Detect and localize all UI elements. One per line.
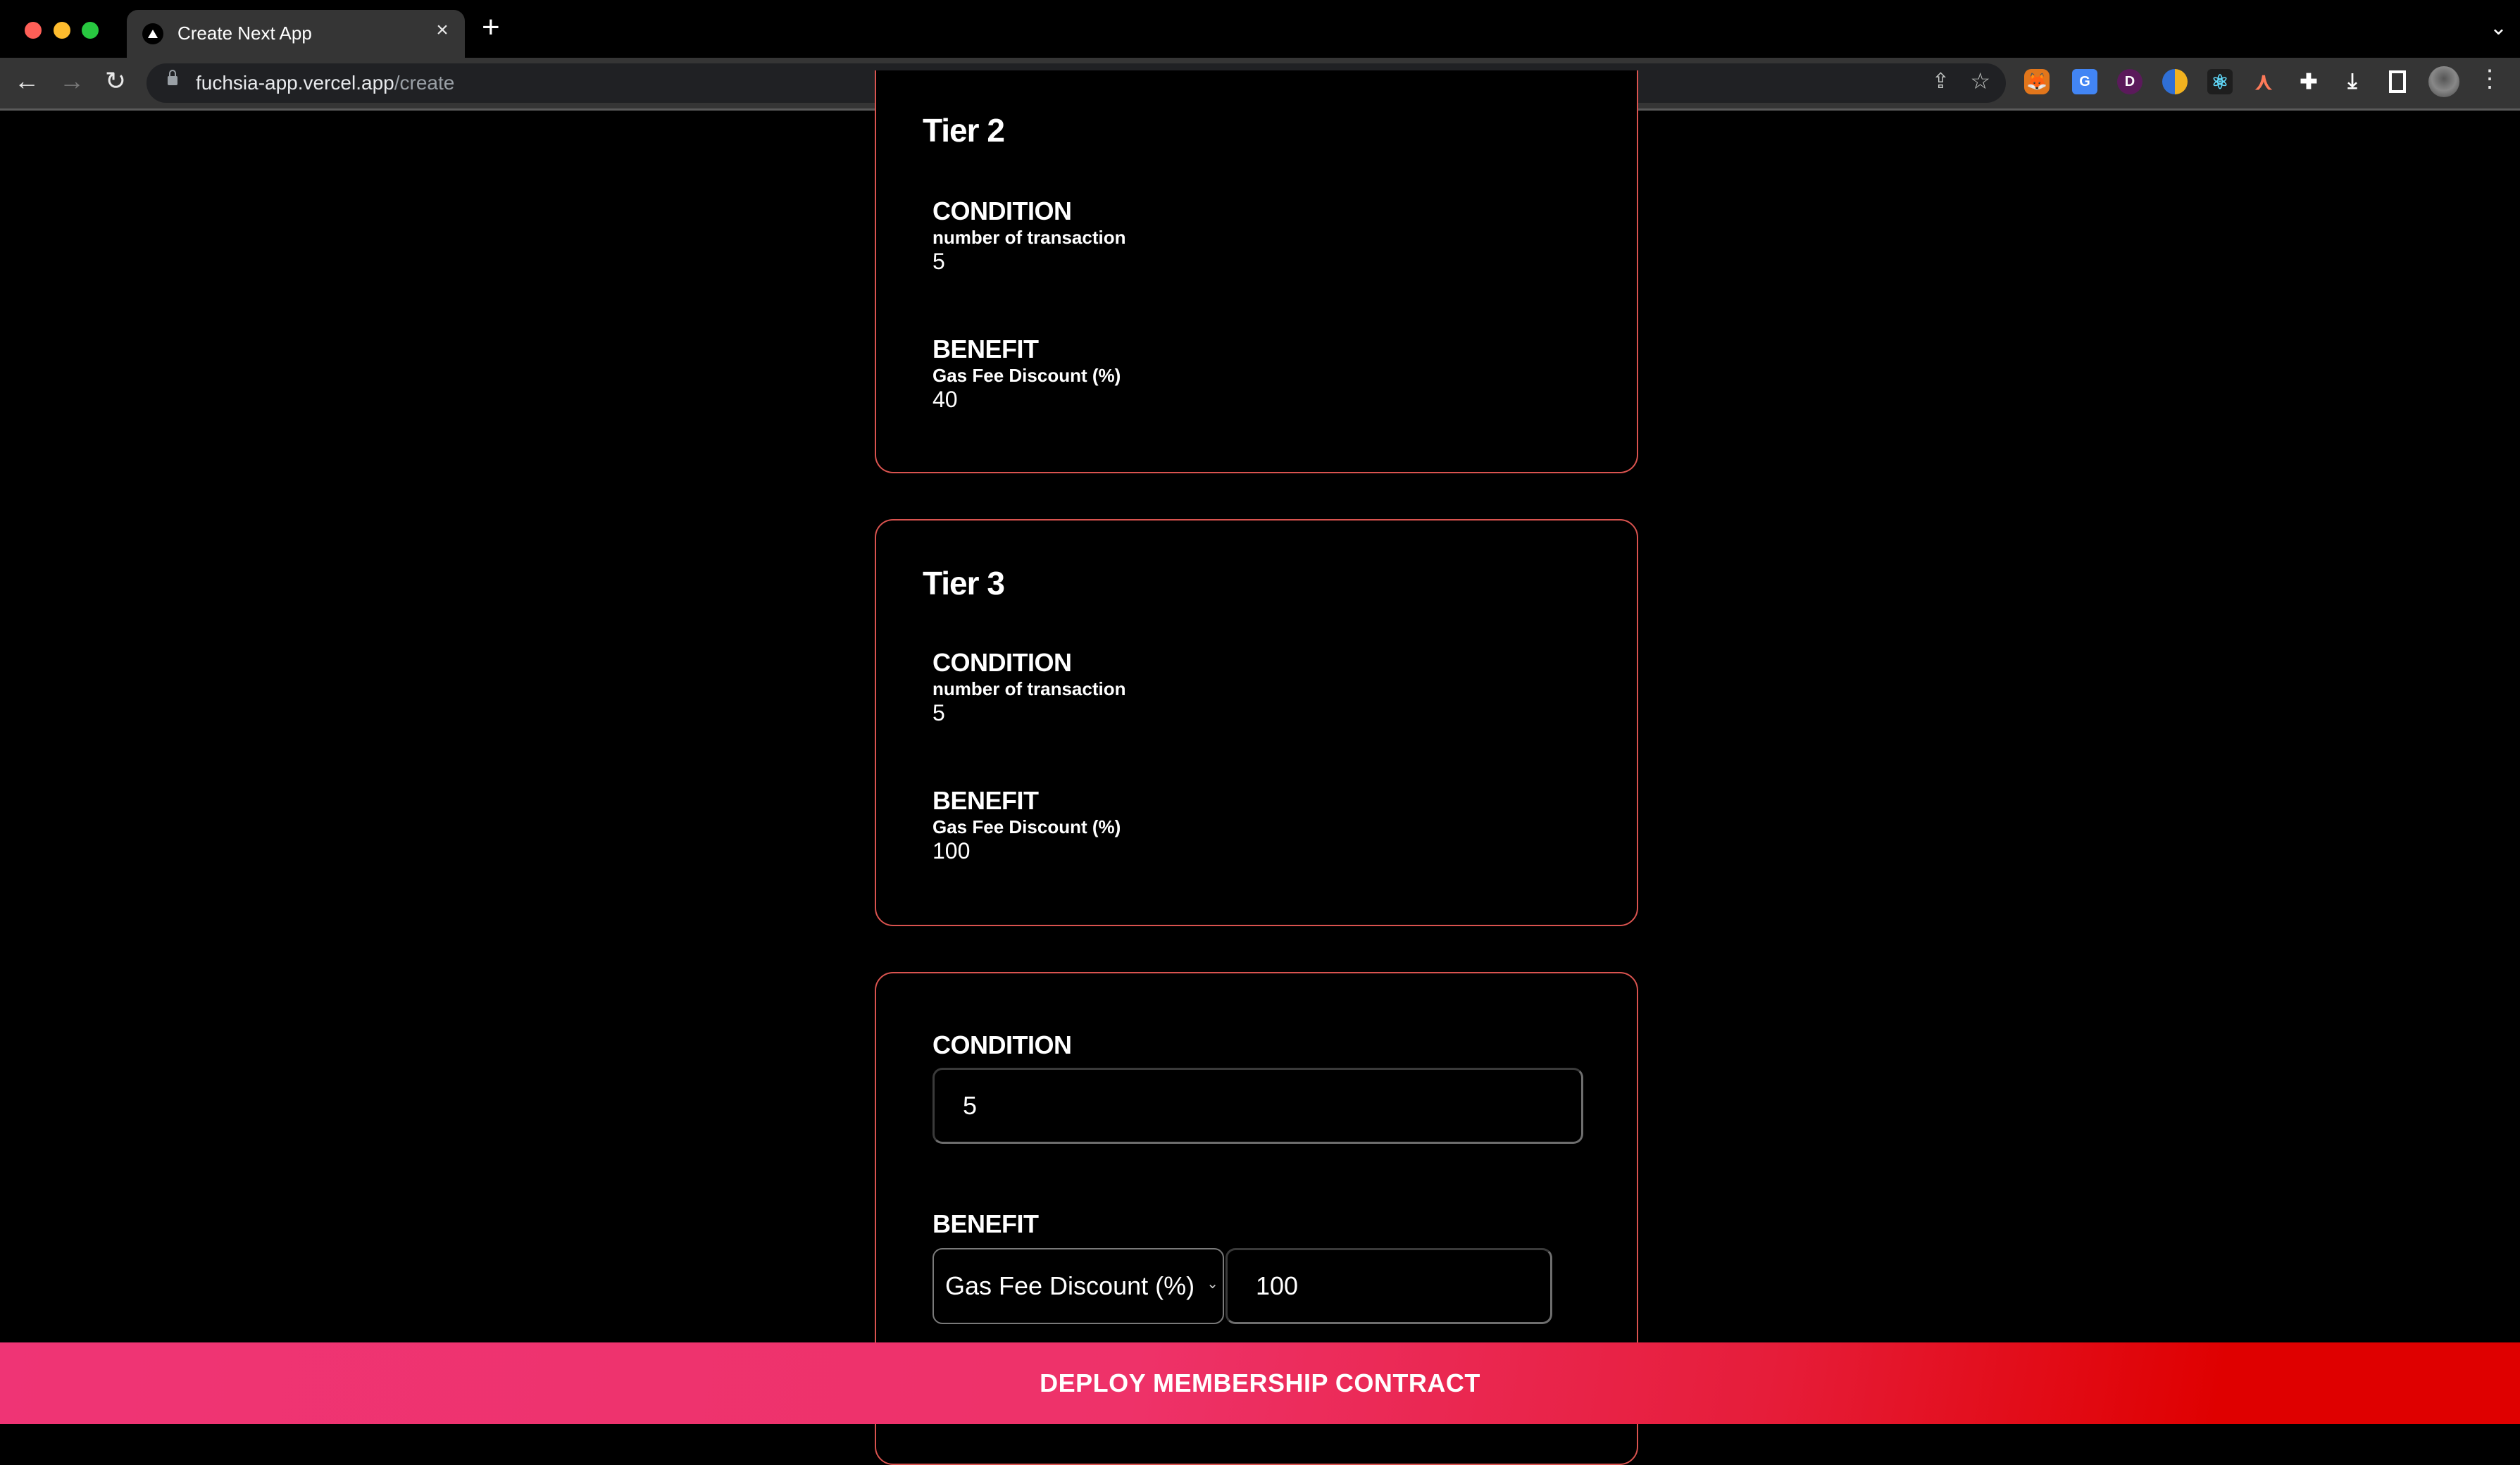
lock-icon[interactable]: [168, 70, 177, 85]
condition-type: number of transaction: [932, 678, 1126, 699]
back-arrow-icon[interactable]: ←: [11, 66, 42, 96]
purple-extension-icon[interactable]: D: [2117, 69, 2142, 94]
condition-section: CONDITION: [932, 1031, 1072, 1059]
metamask-fox-icon[interactable]: 🦊: [2024, 69, 2050, 94]
window-close-button[interactable]: [25, 22, 42, 39]
tab-close-icon[interactable]: ×: [430, 18, 455, 42]
download-icon[interactable]: ⤓: [2340, 69, 2365, 94]
condition-heading: CONDITION: [932, 1030, 1072, 1059]
a-sparkle-extension-icon[interactable]: ⋏: [2251, 68, 2276, 95]
tab-search-chevron-icon[interactable]: ⌄: [2490, 15, 2507, 40]
window-minimize-button[interactable]: [54, 22, 70, 39]
window-maximize-button[interactable]: [82, 22, 99, 39]
extensions-puzzle-icon[interactable]: ✚: [2296, 69, 2321, 94]
browser-menu-icon[interactable]: ⋮: [2478, 65, 2502, 93]
new-tab-button[interactable]: +: [482, 10, 500, 45]
forward-arrow-icon[interactable]: →: [56, 66, 87, 96]
benefit-section: BENEFIT Gas Fee Discount (%) 100: [932, 787, 1121, 864]
benefit-heading: BENEFIT: [932, 1209, 1039, 1238]
condition-value: 5: [932, 700, 945, 725]
browser-tab-active[interactable]: Create Next App ×: [127, 10, 465, 58]
benefit-section: BENEFIT: [932, 1210, 1039, 1238]
reload-icon[interactable]: ↻: [100, 66, 131, 96]
tab-title: Create Next App: [177, 23, 312, 44]
condition-type: number of transaction: [932, 227, 1126, 248]
tier-card: Tier 2 CONDITION number of transaction 5…: [875, 70, 1638, 473]
tier-card: Tier 3 CONDITION number of transaction 5…: [875, 519, 1638, 926]
condition-heading: CONDITION: [932, 197, 1072, 225]
condition-section: CONDITION number of transaction 5: [932, 197, 1125, 275]
share-icon[interactable]: ⇪: [1932, 69, 1950, 94]
benefit-type-select[interactable]: Gas Fee Discount (%) ⌄: [932, 1248, 1224, 1324]
benefit-type: Gas Fee Discount (%): [932, 816, 1121, 837]
condition-heading: CONDITION: [932, 648, 1072, 677]
brain-extension-icon[interactable]: [2162, 69, 2188, 94]
browser-tab-bar: Create Next App × + ⌄: [0, 0, 2520, 58]
benefit-value: 40: [932, 387, 958, 412]
condition-value: 5: [932, 249, 945, 274]
benefit-heading: BENEFIT: [932, 786, 1039, 815]
condition-value-input[interactable]: [932, 1068, 1583, 1144]
profile-avatar[interactable]: [2428, 66, 2459, 97]
url-text[interactable]: fuchsia-app.vercel.app/create: [196, 72, 454, 94]
tier-title: Tier 3: [923, 565, 1005, 601]
react-devtools-icon[interactable]: ⚛: [2207, 69, 2233, 94]
condition-section: CONDITION number of transaction 5: [932, 649, 1125, 726]
bookmark-star-icon[interactable]: ☆: [1970, 68, 1990, 94]
benefit-type-selected: Gas Fee Discount (%): [945, 1271, 1195, 1300]
side-panel-icon[interactable]: [2385, 69, 2410, 94]
benefit-section: BENEFIT Gas Fee Discount (%) 40: [932, 335, 1121, 413]
deploy-membership-contract-button[interactable]: DEPLOY MEMBERSHIP CONTRACT: [0, 1342, 2520, 1424]
url-host: fuchsia-app.vercel.app: [196, 72, 394, 94]
benefit-type: Gas Fee Discount (%): [932, 365, 1121, 386]
google-translate-icon[interactable]: G: [2072, 69, 2097, 94]
benefit-heading: BENEFIT: [932, 335, 1039, 363]
benefit-value: 100: [932, 838, 971, 864]
benefit-value-input[interactable]: [1225, 1248, 1552, 1324]
chevron-down-icon: ⌄: [1206, 1276, 1218, 1292]
url-path: /create: [394, 72, 455, 94]
deploy-button-label: DEPLOY MEMBERSHIP CONTRACT: [1040, 1369, 1480, 1397]
vercel-triangle-icon: [142, 23, 163, 44]
tier-title: Tier 2: [923, 112, 1005, 149]
